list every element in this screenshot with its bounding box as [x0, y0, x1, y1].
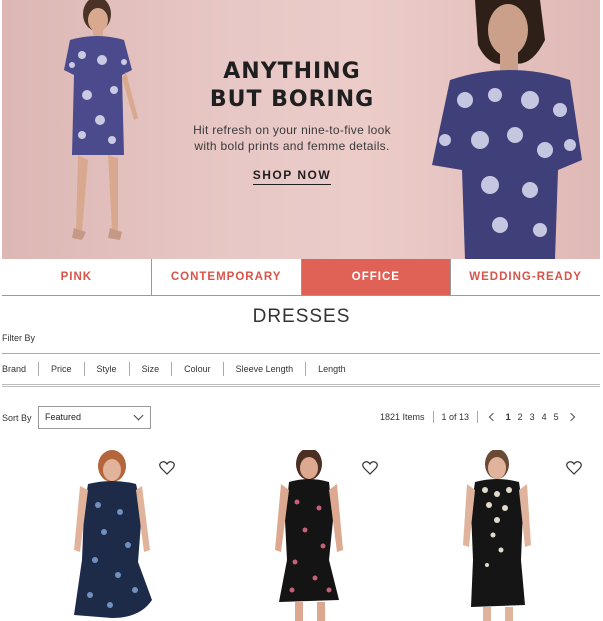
sort-dropdown[interactable]: Featured — [38, 406, 151, 429]
chevron-left-icon[interactable] — [488, 412, 498, 422]
filter-price[interactable]: Price — [39, 362, 85, 376]
product-image[interactable] — [427, 450, 577, 621]
hero-banner[interactable]: ANYTHING BUT BORING Hit refresh on your … — [2, 0, 600, 259]
filter-style[interactable]: Style — [85, 362, 130, 376]
filter-length[interactable]: Length — [306, 362, 358, 376]
product-image[interactable] — [40, 450, 190, 621]
page-link-3[interactable]: 3 — [530, 412, 535, 422]
chevron-down-icon — [133, 410, 144, 421]
product-card[interactable] — [412, 450, 602, 621]
product-card[interactable] — [212, 450, 402, 621]
sort-selected-value: Featured — [45, 412, 82, 422]
page-link-5[interactable]: 5 — [554, 412, 559, 422]
product-image[interactable] — [237, 450, 387, 621]
page-of-indicator: 1 of 13 — [441, 412, 470, 422]
tab-office[interactable]: OFFICE — [301, 259, 452, 295]
hero-model-left-image — [64, 0, 138, 240]
tab-wedding-ready[interactable]: WEDDING-READY — [451, 259, 600, 295]
heart-icon[interactable] — [362, 460, 378, 475]
filter-brand[interactable]: Brand — [2, 362, 40, 376]
tab-contemporary[interactable]: CONTEMPORARY — [152, 259, 302, 295]
filter-by-label: Filter By — [2, 333, 36, 343]
hero-model-right-image — [432, 0, 582, 259]
filter-bar: Brand Price Style Size Colour Sleeve Len… — [2, 353, 600, 387]
hero-subtitle: Hit refresh on your nine-to-five look wi… — [193, 123, 391, 153]
category-tabs: PINK CONTEMPORARY OFFICE WEDDING-READY — [2, 259, 600, 296]
chevron-right-icon[interactable] — [566, 412, 576, 422]
product-card[interactable] — [10, 450, 200, 621]
tab-pink[interactable]: PINK — [2, 259, 152, 295]
divider — [432, 411, 434, 423]
heart-icon[interactable] — [159, 460, 175, 475]
sort-by-label: Sort By — [2, 413, 32, 423]
page-link-1[interactable]: 1 — [506, 412, 511, 422]
page-title: DRESSES — [252, 306, 351, 327]
page-link-4[interactable]: 4 — [542, 412, 547, 422]
shop-now-link[interactable]: SHOP NOW — [252, 168, 332, 185]
pagination: 1821 Items 1 of 13 1 2 3 4 5 — [380, 411, 576, 423]
divider — [477, 411, 479, 423]
filter-colour[interactable]: Colour — [172, 362, 224, 376]
filter-sleeve-length[interactable]: Sleeve Length — [224, 362, 307, 376]
heart-icon[interactable] — [566, 460, 582, 475]
items-count: 1821 Items — [380, 412, 425, 422]
page-link-2[interactable]: 2 — [518, 412, 523, 422]
hero-headline: ANYTHING BUT BORING — [209, 59, 375, 112]
filter-size[interactable]: Size — [130, 362, 173, 376]
